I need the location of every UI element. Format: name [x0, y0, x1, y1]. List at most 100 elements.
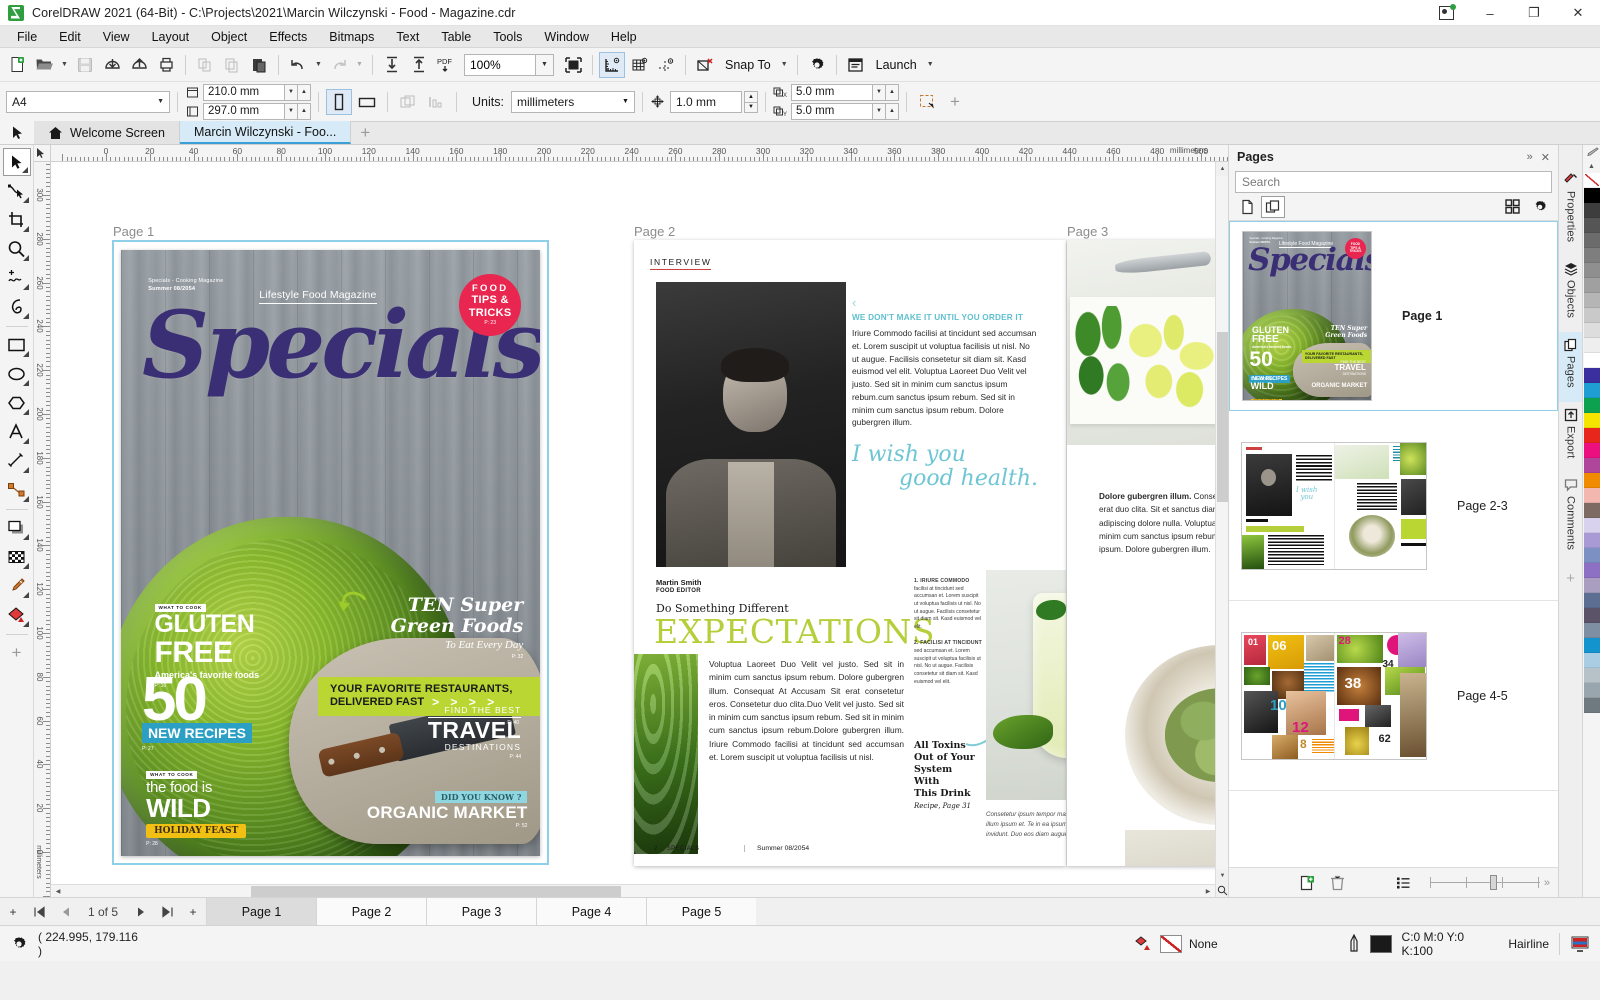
units-chevron-down-icon[interactable]: ▼: [622, 98, 629, 105]
dock-tab-comments[interactable]: Comments: [1559, 472, 1583, 564]
dock-tab-export[interactable]: Export: [1559, 402, 1583, 472]
color-swatch[interactable]: [1584, 383, 1600, 398]
full-screen-preview-icon[interactable]: [560, 52, 586, 78]
page23-thumbnail[interactable]: I wish you: [1241, 442, 1427, 570]
delete-page-icon[interactable]: [1325, 872, 1349, 894]
zoom-tool[interactable]: [3, 235, 31, 263]
launch-chevron-down-icon[interactable]: ▼: [924, 52, 937, 78]
color-swatch[interactable]: [1584, 668, 1600, 683]
undo-icon[interactable]: [285, 52, 311, 78]
color-swatch[interactable]: [1584, 443, 1600, 458]
menu-layout[interactable]: Layout: [141, 26, 201, 48]
palette-scroll-up-icon[interactable]: ▲: [1583, 159, 1600, 173]
add-tool[interactable]: +: [3, 639, 31, 667]
page-tab-3[interactable]: Page 3: [426, 898, 536, 925]
apply-to-all-pages-icon[interactable]: [395, 89, 421, 115]
color-swatch[interactable]: [1584, 683, 1600, 698]
page-size-chevron-down-icon[interactable]: ▼: [157, 98, 164, 105]
page-list-item-1[interactable]: Specials - Cooking Magazine Summer 08/20…: [1229, 221, 1558, 411]
minimize-button[interactable]: –: [1468, 0, 1512, 26]
color-swatch[interactable]: [1584, 473, 1600, 488]
gear-icon[interactable]: [10, 935, 28, 953]
color-proof-icon[interactable]: [1570, 934, 1590, 954]
open-recent-chevron-icon[interactable]: ▼: [58, 52, 71, 78]
color-eyedropper-tool[interactable]: [3, 572, 31, 600]
swatch-none[interactable]: [1584, 173, 1600, 188]
freehand-tool[interactable]: [3, 264, 31, 292]
dup-y-up[interactable]: ▲: [886, 103, 899, 120]
page-height-input[interactable]: 297.0 mm: [203, 103, 285, 120]
scroll-right-icon[interactable]: ▶: [1201, 885, 1215, 897]
multi-page-view-icon[interactable]: [1261, 196, 1285, 218]
dup-y-down[interactable]: ▼: [873, 103, 886, 120]
export-file-icon[interactable]: [406, 52, 432, 78]
import-file-icon[interactable]: [379, 52, 405, 78]
page1-thumbnail[interactable]: Specials - Cooking Magazine Summer 08/20…: [1242, 231, 1372, 401]
print-icon[interactable]: [153, 52, 179, 78]
color-swatch[interactable]: [1584, 563, 1600, 578]
menu-tools[interactable]: Tools: [482, 26, 533, 48]
export-icon[interactable]: [126, 52, 152, 78]
color-swatch[interactable]: [1584, 338, 1600, 353]
page3-sheet[interactable]: Dolore gubergren illum. Consetetur Accus…: [1067, 240, 1227, 866]
page-list-item-3[interactable]: 01 06 10 12 8: [1229, 601, 1558, 791]
crop-tool[interactable]: [3, 206, 31, 234]
outline-color-swatch[interactable]: [1370, 935, 1392, 953]
menu-bitmaps[interactable]: Bitmaps: [318, 26, 385, 48]
page45-thumbnail[interactable]: 01 06 10 12 8: [1241, 632, 1427, 760]
dock-tab-objects[interactable]: Objects: [1559, 256, 1583, 332]
options-icon[interactable]: [804, 52, 830, 78]
paste-icon[interactable]: [246, 52, 272, 78]
add-page-after-button[interactable]: +: [180, 898, 206, 925]
docker-overflow-icon[interactable]: »: [1544, 877, 1550, 889]
pages-search-input[interactable]: Search: [1235, 171, 1552, 193]
color-swatch[interactable]: [1584, 218, 1600, 233]
show-grid-icon[interactable]: [626, 52, 652, 78]
menu-file[interactable]: File: [6, 26, 48, 48]
zoom-to-page-icon[interactable]: [1216, 883, 1228, 897]
text-tool[interactable]: [3, 418, 31, 446]
menu-window[interactable]: Window: [533, 26, 599, 48]
list-view-icon[interactable]: [1392, 872, 1416, 894]
chevron-double-right-icon[interactable]: »: [1527, 151, 1533, 164]
last-page-icon[interactable]: [154, 898, 180, 925]
color-swatch[interactable]: [1584, 203, 1600, 218]
page-width-up[interactable]: ▲: [298, 84, 311, 101]
new-page-icon[interactable]: [1295, 872, 1319, 894]
color-swatch[interactable]: [1584, 608, 1600, 623]
shape-tool[interactable]: [3, 177, 31, 205]
zoom-input[interactable]: [464, 54, 536, 76]
fill-swatch[interactable]: [1160, 935, 1182, 953]
menu-view[interactable]: View: [92, 26, 141, 48]
parallel-dimension-tool[interactable]: [3, 447, 31, 475]
color-swatch[interactable]: [1584, 578, 1600, 593]
scroll-left-icon[interactable]: ◀: [51, 885, 65, 897]
page-height-up[interactable]: ▲: [298, 103, 311, 120]
page-tab-2[interactable]: Page 2: [316, 898, 426, 925]
zoom-chevron-down-icon[interactable]: ▼: [536, 54, 554, 76]
copy-icon[interactable]: [219, 52, 245, 78]
show-guides-icon[interactable]: [653, 52, 679, 78]
color-swatch[interactable]: [1584, 233, 1600, 248]
slider-handle[interactable]: [1490, 875, 1497, 890]
add-page-icon[interactable]: +: [942, 89, 968, 115]
undo-chevron-icon[interactable]: ▼: [312, 52, 325, 78]
color-swatch[interactable]: [1584, 263, 1600, 278]
page-tab-1[interactable]: Page 1: [206, 898, 316, 925]
snap-to-label[interactable]: Snap To: [719, 58, 777, 72]
artistic-media-tool[interactable]: [3, 293, 31, 321]
thumbnail-size-slider[interactable]: [1430, 877, 1540, 889]
scroll-down-icon[interactable]: ▼: [1216, 869, 1228, 883]
page-width-input[interactable]: 210.0 mm: [203, 84, 285, 101]
publish-pdf-icon[interactable]: PDF: [433, 52, 459, 78]
color-swatch[interactable]: [1584, 248, 1600, 263]
page1-sheet[interactable]: Specials - Cooking Magazine Summer 08/20…: [121, 250, 540, 856]
color-swatch[interactable]: [1584, 353, 1600, 368]
color-swatch[interactable]: [1584, 413, 1600, 428]
color-swatch[interactable]: [1584, 548, 1600, 563]
color-palette[interactable]: ▲: [1582, 145, 1600, 897]
new-document-icon[interactable]: [4, 52, 30, 78]
cut-icon[interactable]: [192, 52, 218, 78]
ellipse-tool[interactable]: [3, 360, 31, 388]
menu-text[interactable]: Text: [385, 26, 430, 48]
